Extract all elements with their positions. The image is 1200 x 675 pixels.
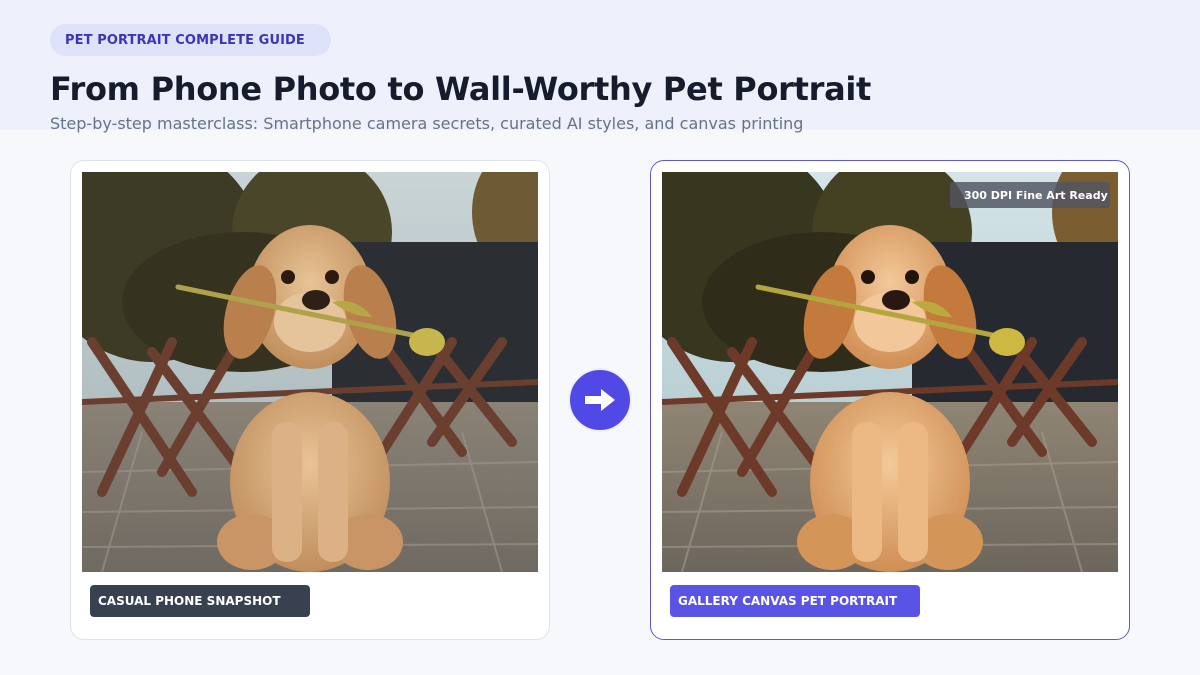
- after-caption: GALLERY CANVAS PET PORTRAIT: [670, 585, 920, 617]
- page-title: From Phone Photo to Wall-Worthy Pet Port…: [50, 70, 872, 108]
- after-card: 300 DPI Fine Art Ready GALLERY CANVAS PE…: [650, 160, 1130, 640]
- after-photo: 300 DPI Fine Art Ready: [662, 172, 1118, 572]
- before-card: CASUAL PHONE SNAPSHOT: [70, 160, 550, 640]
- before-caption: CASUAL PHONE SNAPSHOT: [90, 585, 310, 617]
- page-subtitle: Step-by-step masterclass: Smartphone cam…: [50, 114, 804, 133]
- dpi-badge: 300 DPI Fine Art Ready: [950, 182, 1110, 208]
- arrow-right-icon: [585, 389, 615, 411]
- before-photo: [82, 172, 538, 572]
- guide-badge: PET PORTRAIT COMPLETE GUIDE: [50, 24, 331, 56]
- transition-arrow: [568, 368, 632, 432]
- header-band: [0, 0, 1200, 130]
